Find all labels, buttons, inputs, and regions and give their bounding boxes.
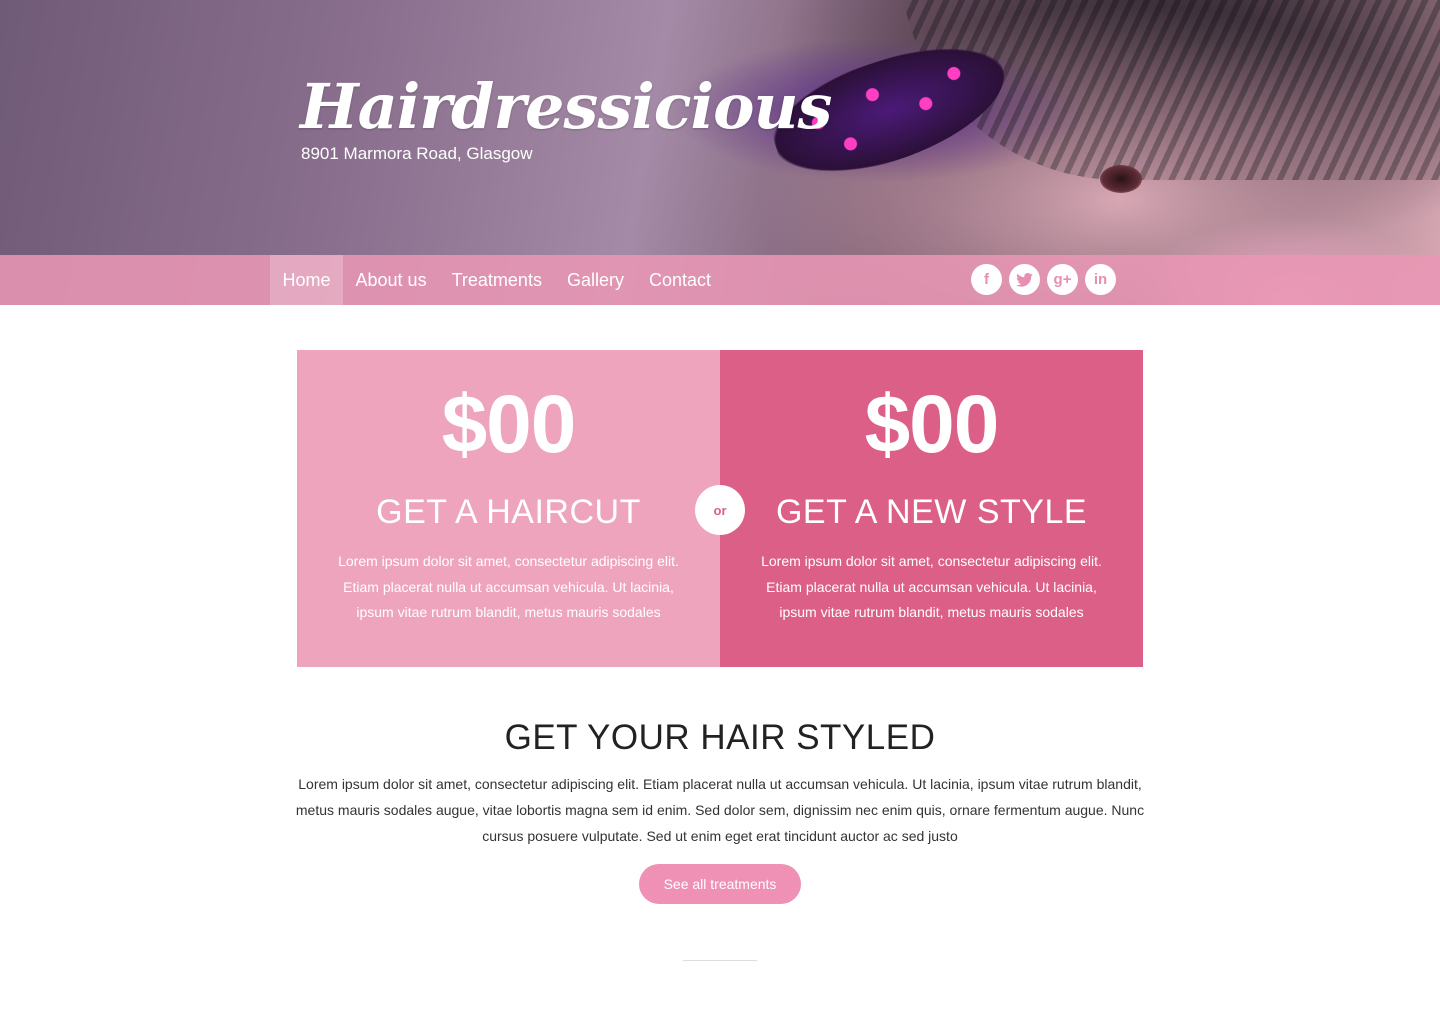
styled-section-text: Lorem ipsum dolor sit amet, consectetur … xyxy=(295,776,1145,844)
navigation-bar: Home About us Treatments Gallery Contact… xyxy=(0,255,1440,305)
haircut-offer-panel: $00 GET A HAIRCUT Lorem ipsum dolor sit … xyxy=(297,350,720,667)
haircut-price: $00 xyxy=(441,379,577,470)
nav-item-gallery[interactable]: Gallery xyxy=(554,255,636,305)
social-links: f g+ in xyxy=(971,264,1116,295)
section-divider xyxy=(683,960,757,961)
google-plus-icon[interactable]: g+ xyxy=(1047,264,1078,295)
styled-section-title: GET YOUR HAIR STYLED xyxy=(504,718,936,757)
haircut-title: GET A HAIRCUT xyxy=(376,493,641,531)
see-all-treatments-button[interactable]: See all treatments xyxy=(639,864,801,904)
address-text: 8901 Marmora Road, Glasgow xyxy=(301,144,533,163)
twitter-icon[interactable] xyxy=(1009,264,1040,295)
new-style-price: $00 xyxy=(864,379,1000,470)
hero-nose-shape xyxy=(1100,165,1142,193)
new-style-title: GET A NEW STYLE xyxy=(775,493,1088,531)
main-menu: Home About us Treatments Gallery Contact xyxy=(270,255,724,305)
nav-item-contact[interactable]: Contact xyxy=(636,255,723,305)
new-style-offer-panel: $00 GET A NEW STYLE Lorem ipsum dolor si… xyxy=(720,350,1143,667)
facebook-icon[interactable]: f xyxy=(971,264,1002,295)
new-style-description: Lorem ipsum dolor sit amet, consectetur … xyxy=(761,553,1102,620)
nav-item-about-us[interactable]: About us xyxy=(343,255,439,305)
or-badge: or xyxy=(695,485,745,535)
linkedin-icon[interactable]: in xyxy=(1085,264,1116,295)
twitter-bird-glyph xyxy=(1016,272,1033,287)
nav-item-treatments[interactable]: Treatments xyxy=(439,255,554,305)
haircut-description: Lorem ipsum dolor sit amet, consectetur … xyxy=(338,553,679,620)
brand-logo[interactable]: Hairdressicious xyxy=(300,70,832,143)
nav-item-home[interactable]: Home xyxy=(270,255,344,305)
